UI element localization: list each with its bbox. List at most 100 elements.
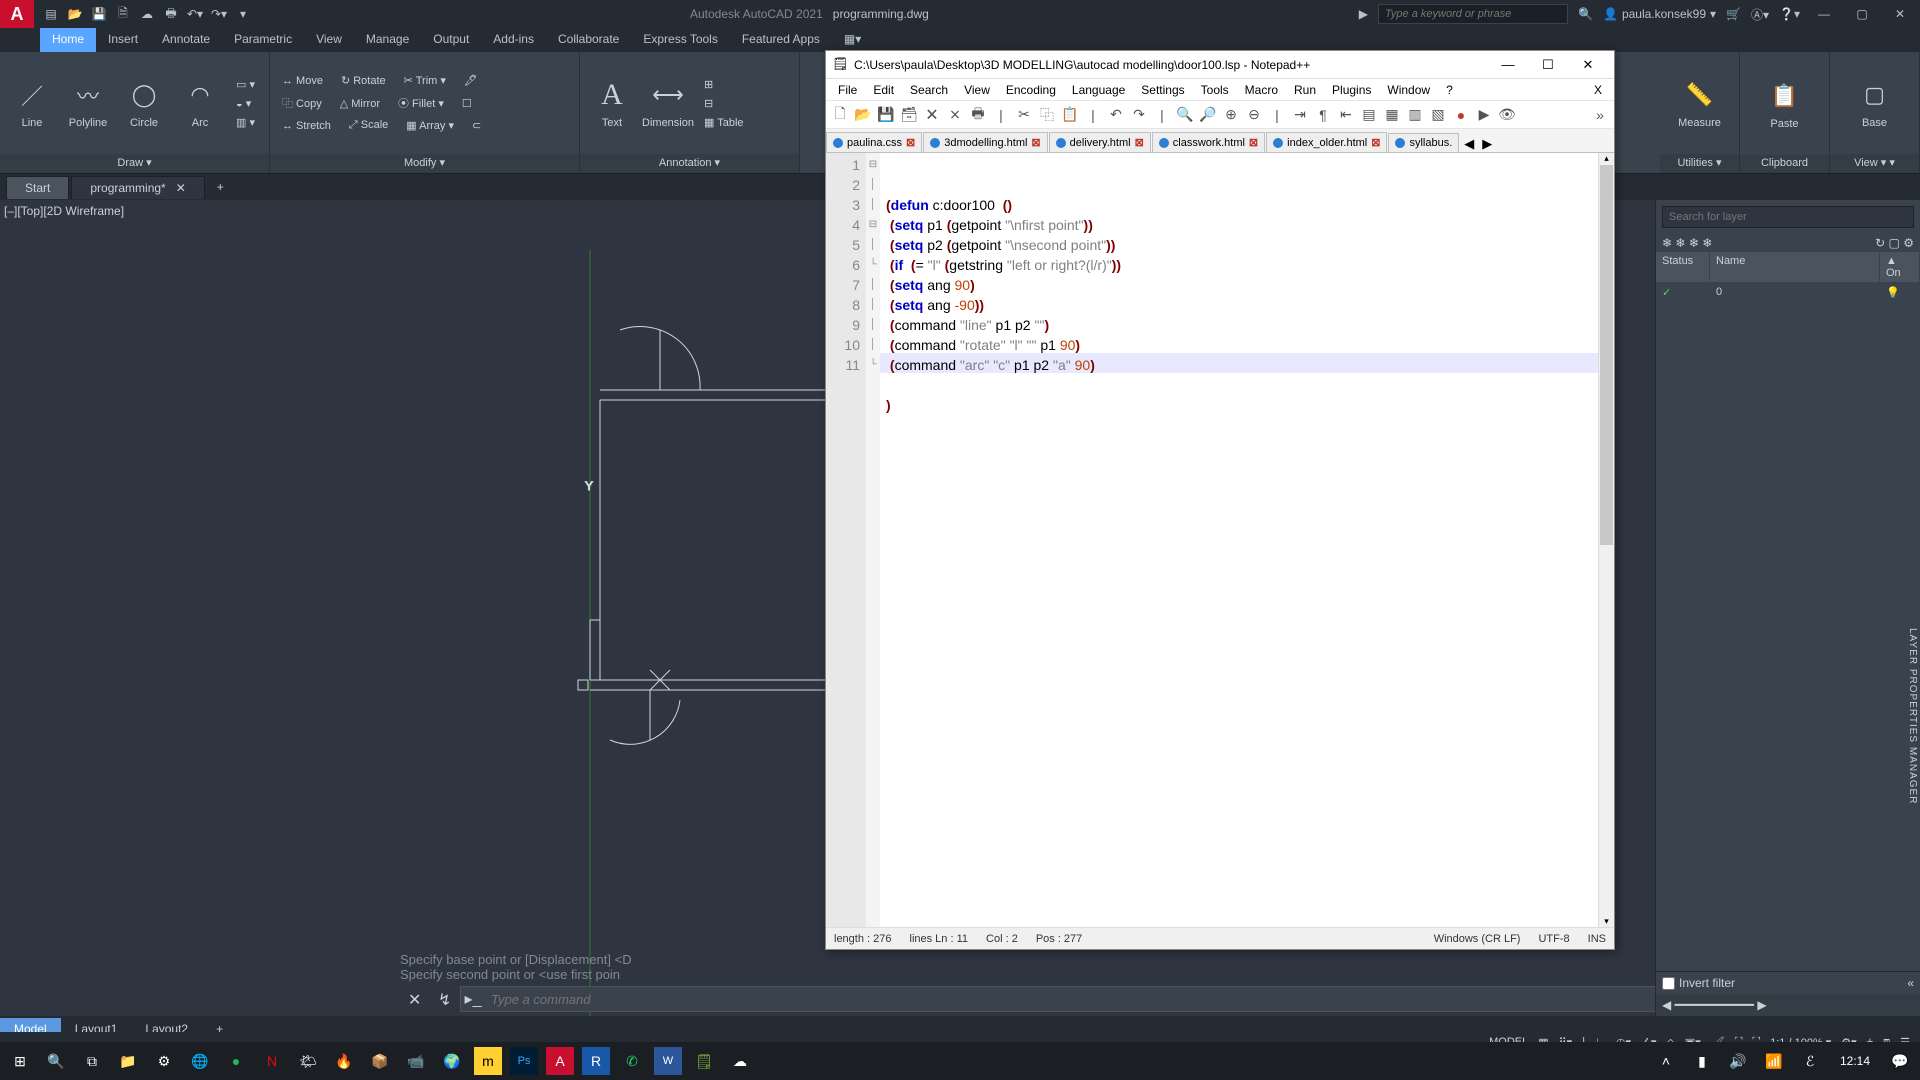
modify-scale[interactable]: ⤢ Scale	[345, 118, 392, 133]
miro-icon[interactable]: m	[474, 1047, 502, 1075]
layer-panel-side-tab[interactable]: LAYER PROPERTIES MANAGER	[1905, 620, 1920, 812]
modify-array[interactable]: ▦ Array ▾	[402, 118, 458, 133]
app4-icon[interactable]: ☁	[726, 1047, 754, 1075]
menu-plugins[interactable]: Plugins	[1324, 81, 1379, 99]
npp-taskbar-icon[interactable]: 🗒	[690, 1047, 718, 1075]
npp-maximize-button[interactable]: ☐	[1528, 57, 1568, 73]
qat-save-icon[interactable]: 💾	[90, 5, 108, 23]
tab-insert[interactable]: Insert	[96, 28, 150, 52]
modify-trim[interactable]: ✂ Trim ▾	[400, 73, 450, 88]
panel-view-title[interactable]: View ▾ ▾	[1830, 154, 1919, 173]
annot-table[interactable]: ▦ Table	[700, 115, 748, 130]
qat-new-icon[interactable]: ▤	[42, 5, 60, 23]
tab-featured[interactable]: Featured Apps	[730, 28, 832, 52]
close-button[interactable]: ✕	[1886, 7, 1914, 21]
explorer-icon[interactable]: 📁	[114, 1047, 142, 1075]
tb-redo-icon[interactable]: ↷	[1129, 105, 1149, 125]
menu-tools[interactable]: Tools	[1193, 81, 1237, 99]
tb-show-icon[interactable]: ¶	[1313, 105, 1333, 125]
layer-gear-icon[interactable]: ⚙	[1903, 236, 1914, 250]
settings-icon[interactable]: ⚙	[150, 1047, 178, 1075]
tab-addins[interactable]: Add-ins	[481, 28, 546, 52]
measure-button[interactable]: 📏Measure	[1676, 77, 1724, 129]
keyword-search[interactable]	[1378, 4, 1568, 24]
layer-scroll[interactable]: ◀ ━━━━━━━━━━━ ▶	[1656, 994, 1920, 1016]
modify-extra1-icon[interactable]: 🖋	[460, 73, 482, 88]
panel-utilities-title[interactable]: Utilities ▾	[1660, 154, 1739, 173]
npp-title-bar[interactable]: 🗒 C:\Users\paula\Desktop\3D MODELLING\au…	[826, 51, 1614, 79]
tb-doc1-icon[interactable]: ▦	[1382, 105, 1402, 125]
autocad-icon[interactable]: A	[546, 1047, 574, 1075]
code-area[interactable]: (defun c:door100 () (setq p1 (getpoint "…	[880, 153, 1598, 927]
tab-home[interactable]: Home	[40, 28, 96, 52]
word-icon[interactable]: W	[654, 1047, 682, 1075]
ps-icon[interactable]: Ps	[510, 1047, 538, 1075]
tab-express[interactable]: Express Tools	[631, 28, 729, 52]
start-button[interactable]: ⊞	[6, 1047, 34, 1075]
npp-close-button[interactable]: ✕	[1568, 57, 1608, 73]
menu-search[interactable]: Search	[902, 81, 956, 99]
tb-play-icon[interactable]: ▶	[1474, 105, 1494, 125]
annot-leader-icon[interactable]: ⊞	[700, 77, 748, 92]
panel-annot-title[interactable]: Annotation ▾	[580, 154, 799, 173]
tb-zoomin-icon[interactable]: ⊕	[1221, 105, 1241, 125]
annot-mleader-icon[interactable]: ⊟	[700, 96, 748, 111]
taskbar-search-icon[interactable]: 🔍	[42, 1047, 70, 1075]
npp-tab-2[interactable]: delivery.html⊠	[1049, 132, 1151, 152]
layer-collapse-icon[interactable]: «	[1907, 976, 1914, 990]
tb-doc2-icon[interactable]: ▥	[1405, 105, 1425, 125]
close-icon[interactable]: ✕	[176, 181, 186, 195]
invert-filter[interactable]: Invert filter	[1662, 976, 1735, 990]
npp-tab-1[interactable]: 3dmodelling.html⊠	[923, 132, 1047, 152]
play-icon[interactable]: ▶	[1359, 7, 1368, 21]
tray-volume-icon[interactable]: 🔊	[1724, 1047, 1752, 1075]
tb-doc3-icon[interactable]: ▧	[1428, 105, 1448, 125]
draw-more-icon[interactable]: ▥ ▾	[232, 115, 259, 130]
menu-view[interactable]: View	[956, 81, 998, 99]
draw-polyline-button[interactable]: 〰Polyline	[64, 77, 112, 129]
chrome-icon[interactable]: 🌐	[186, 1047, 214, 1075]
layer-refresh-icon[interactable]: ↻	[1875, 236, 1885, 250]
file-tab-start[interactable]: Start	[6, 176, 69, 199]
qat-undo-icon[interactable]: ↶▾	[186, 5, 204, 23]
qat-more-icon[interactable]: ▾	[234, 5, 252, 23]
tabs-left-icon[interactable]: ◀	[1460, 136, 1478, 152]
tb-cut-icon[interactable]: ✂	[1014, 105, 1034, 125]
taskview-icon[interactable]: ⧉	[78, 1047, 106, 1075]
menu-file[interactable]: File	[830, 81, 865, 99]
whatsapp-icon[interactable]: ✆	[618, 1047, 646, 1075]
tb-replace-icon[interactable]: 🔎	[1198, 105, 1218, 125]
cart-icon[interactable]: 🛒	[1726, 7, 1741, 21]
file-tab-plus[interactable]: +	[207, 176, 234, 198]
annot-dim-button[interactable]: ⟷Dimension	[644, 77, 692, 129]
npp-minimize-button[interactable]: —	[1488, 57, 1528, 72]
menu-window[interactable]: Window	[1379, 81, 1438, 99]
fold-gutter[interactable]: ⊟││⊟│└││││└	[866, 153, 880, 927]
revit-icon[interactable]: R	[582, 1047, 610, 1075]
qat-open-icon[interactable]: 📂	[66, 5, 84, 23]
npp-tab-4[interactable]: index_older.html⊠	[1266, 132, 1387, 152]
tab-extra-icon[interactable]: ▦▾	[832, 28, 873, 52]
autodesk-app-icon[interactable]: Ⓐ▾	[1751, 6, 1769, 23]
zoom-icon[interactable]: 📹	[402, 1047, 430, 1075]
cmd-wrench-icon[interactable]: ↯	[430, 990, 459, 1010]
app2-icon[interactable]: 📦	[366, 1047, 394, 1075]
paste-button[interactable]: 📋Paste	[1761, 78, 1809, 130]
modify-extra2-icon[interactable]: ☐	[458, 94, 476, 112]
npp-tab-3[interactable]: classwork.html⊠	[1152, 132, 1265, 152]
user-icon[interactable]: 👤 paula.konsek99▾	[1603, 7, 1716, 21]
tb-new-icon[interactable]: 🗋	[830, 105, 850, 125]
npp-editor[interactable]: 1234567891011 ⊟││⊟│└││││└ (defun c:door1…	[826, 153, 1614, 927]
modify-fillet[interactable]: ⦿ Fillet ▾	[394, 94, 448, 112]
tray-notif-icon[interactable]: 💬	[1886, 1047, 1914, 1075]
menu-encoding[interactable]: Encoding	[998, 81, 1064, 99]
tb-wrap-icon[interactable]: ⇥	[1290, 105, 1310, 125]
draw-arc-button[interactable]: ◠Arc	[176, 77, 224, 129]
tb-copy-icon[interactable]: ⿻	[1037, 105, 1057, 125]
modify-extra3-icon[interactable]: ⊂	[468, 118, 485, 133]
editor-scrollbar[interactable]: ▴▾	[1598, 153, 1614, 927]
base-button[interactable]: ▢Base	[1851, 77, 1899, 129]
layer-filter2-icon[interactable]: ❄	[1675, 236, 1685, 250]
panel-clipboard-title[interactable]: Clipboard	[1740, 155, 1829, 173]
layer-settings-icon[interactable]: ▢	[1889, 236, 1900, 250]
